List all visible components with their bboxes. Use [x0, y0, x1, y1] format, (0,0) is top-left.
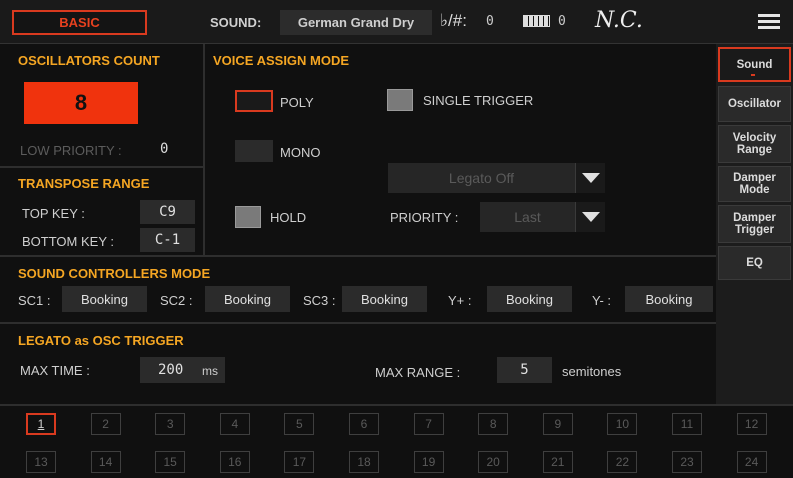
y-minus-label: Y- :	[592, 293, 612, 308]
oscillator-button[interactable]: 8	[478, 413, 509, 435]
oscillator-button[interactable]: 16	[219, 451, 250, 473]
priority-dropdown-value: Last	[514, 209, 541, 225]
sc1-field[interactable]: Booking	[62, 286, 147, 312]
bottom-key-field[interactable]: C-1	[140, 228, 195, 252]
oscillators-count-title: OSCILLATORS COUNT	[18, 53, 160, 68]
oscillator-button[interactable]: 9	[542, 413, 573, 435]
sc2-field[interactable]: Booking	[205, 286, 290, 312]
oscillator-button[interactable]: 19	[413, 451, 444, 473]
oscillator-button[interactable]: 17	[284, 451, 315, 473]
legato-dropdown[interactable]: Legato Off	[388, 163, 605, 193]
menu-icon[interactable]	[758, 14, 780, 30]
single-trigger-checkbox[interactable]	[387, 89, 413, 111]
top-key-field[interactable]: C9	[140, 200, 195, 224]
oscillator-button[interactable]: 22	[607, 451, 638, 473]
max-range-unit: semitones	[562, 364, 622, 379]
tab-label: Oscillator	[727, 98, 782, 110]
sound-controllers-title: SOUND CONTROLLERS MODE	[18, 266, 211, 281]
single-trigger-label: SINGLE TRIGGER	[423, 93, 534, 108]
mono-label: MONO	[280, 145, 321, 160]
bottom-key-label: BOTTOM KEY :	[22, 234, 114, 249]
oscillator-button[interactable]: 2	[90, 413, 121, 435]
hold-checkbox[interactable]	[235, 206, 261, 228]
sc1-label: SC1 :	[18, 293, 51, 308]
y-minus-field[interactable]: Booking	[625, 286, 713, 312]
low-priority-value[interactable]: 0	[160, 141, 168, 157]
oscillator-button[interactable]: 1	[26, 413, 56, 435]
max-time-value: 200	[158, 362, 184, 378]
transpose-range-title: TRANSPOSE RANGE	[18, 176, 150, 191]
oscillator-button[interactable]: 3	[155, 413, 186, 435]
mode-basic-button[interactable]: BASIC	[12, 10, 147, 35]
top-key-label: TOP KEY :	[22, 206, 85, 221]
sc2-label: SC2 :	[160, 293, 193, 308]
divider	[0, 255, 716, 257]
tab-label: EQ	[746, 257, 763, 269]
oscillator-button[interactable]: 10	[607, 413, 638, 435]
oscillator-button[interactable]: 24	[736, 451, 767, 473]
tab-velocity-range[interactable]: Velocity Range	[718, 125, 791, 163]
tab-active-indicator	[751, 74, 755, 76]
tab-damper-trigger[interactable]: Damper Trigger	[718, 205, 791, 243]
legato-dropdown-value: Legato Off	[448, 170, 515, 186]
divider	[0, 404, 793, 406]
tab-damper-mode[interactable]: Damper Mode	[718, 166, 791, 202]
oscillator-button[interactable]: 14	[90, 451, 121, 473]
divider	[203, 44, 205, 256]
low-priority-label: LOW PRIORITY :	[20, 143, 122, 158]
priority-label: PRIORITY :	[390, 210, 459, 225]
tab-eq[interactable]: EQ	[718, 246, 791, 280]
y-plus-label: Y+ :	[448, 293, 472, 308]
oscillator-button[interactable]: 23	[672, 451, 702, 473]
octave-transpose-value[interactable]: 0	[558, 14, 566, 29]
mono-radio[interactable]	[235, 140, 273, 162]
tab-oscillator[interactable]: Oscillator	[718, 86, 791, 122]
oscillator-button[interactable]: 18	[349, 451, 379, 473]
chevron-down-icon[interactable]	[575, 163, 605, 193]
max-time-label: MAX TIME :	[20, 363, 90, 378]
poly-radio[interactable]	[235, 90, 273, 112]
oscillators-count-field[interactable]: 8	[24, 82, 138, 124]
tab-label: Velocity Range	[732, 132, 777, 156]
max-range-label: MAX RANGE :	[375, 365, 461, 380]
tab-label: Damper Mode	[733, 172, 776, 196]
tab-sound[interactable]: Sound	[718, 47, 791, 82]
sc3-label: SC3 :	[303, 293, 336, 308]
poly-label: POLY	[280, 95, 314, 110]
oscillator-button[interactable]: 4	[219, 413, 250, 435]
key-signature-value[interactable]: 0	[486, 14, 494, 29]
sound-label: SOUND:	[210, 15, 262, 30]
tab-label: Sound	[736, 58, 773, 71]
chevron-down-icon[interactable]	[575, 202, 605, 232]
divider	[0, 166, 203, 168]
tab-label: Damper Trigger	[733, 212, 776, 236]
max-time-unit: ms	[202, 364, 218, 378]
key-signature-label: ♭/#:	[440, 11, 467, 30]
oscillator-button[interactable]: 20	[478, 451, 509, 473]
y-plus-field[interactable]: Booking	[487, 286, 572, 312]
oscillator-button[interactable]: 7	[413, 413, 444, 435]
oscillator-button[interactable]: 13	[26, 451, 56, 473]
oscillator-button[interactable]: 6	[349, 413, 379, 435]
priority-dropdown[interactable]: Last	[480, 202, 605, 232]
chord-display: N.C.	[595, 8, 643, 33]
hold-label: HOLD	[270, 210, 307, 225]
sc3-field[interactable]: Booking	[342, 286, 427, 312]
sound-name-field[interactable]: German Grand Dry	[280, 10, 432, 35]
oscillator-button[interactable]: 11	[672, 413, 702, 435]
oscillator-button[interactable]: 15	[155, 451, 186, 473]
oscillator-button[interactable]: 21	[542, 451, 573, 473]
max-range-field[interactable]: 5	[497, 357, 552, 383]
legato-osc-trigger-title: LEGATO as OSC TRIGGER	[18, 333, 184, 348]
oscillator-button[interactable]: 12	[736, 413, 767, 435]
divider	[0, 322, 716, 324]
keyboard-icon	[523, 15, 550, 27]
oscillator-button[interactable]: 5	[284, 413, 315, 435]
voice-assign-mode-title: VOICE ASSIGN MODE	[213, 53, 350, 68]
